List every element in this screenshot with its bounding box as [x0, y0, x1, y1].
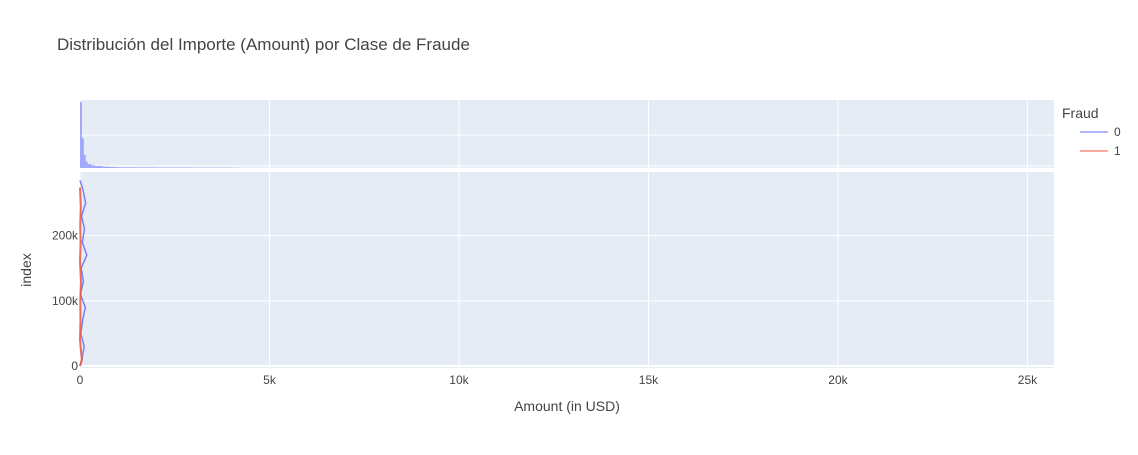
marginal-bar — [95, 166, 103, 168]
marginal-bar — [88, 164, 92, 168]
marginal-bar — [91, 165, 95, 168]
y-tick-label: 100k — [52, 294, 79, 308]
marginal-bar — [80, 102, 82, 168]
main-panel: 0 5k 10k 15k 20k 25k 0 100k 200k — [52, 172, 1054, 387]
y-axis-ticks: 0 100k 200k — [52, 229, 79, 373]
y-tick-label: 200k — [52, 229, 79, 243]
marginal-panel — [80, 100, 1054, 168]
marginal-bar — [137, 167, 156, 168]
legend-title: Fraud — [1062, 105, 1099, 121]
marginal-bar — [82, 138, 84, 168]
x-tick-label: 5k — [263, 373, 277, 387]
x-tick-label: 15k — [639, 373, 659, 387]
chart-root: Distribución del Importe (Amount) por Cl… — [0, 0, 1138, 450]
y-tick-label: 0 — [71, 359, 78, 373]
marginal-bar — [118, 167, 137, 168]
marginal-bar — [84, 155, 86, 168]
marginal-bar — [103, 167, 111, 168]
marginal-bar — [86, 161, 88, 168]
x-tick-label: 10k — [449, 373, 469, 387]
chart-title: Distribución del Importe (Amount) por Cl… — [57, 35, 470, 54]
x-tick-label: 25k — [1018, 373, 1038, 387]
x-tick-label: 20k — [828, 373, 848, 387]
y-axis-label: index — [18, 253, 34, 286]
x-tick-label: 0 — [77, 373, 84, 387]
chart-svg: Distribución del Importe (Amount) por Cl… — [0, 0, 1138, 450]
marginal-plot-background — [80, 100, 1054, 168]
legend: Fraud 0 1 — [1062, 105, 1121, 158]
x-axis-label: Amount (in USD) — [514, 398, 620, 414]
legend-label-1: 1 — [1114, 144, 1121, 158]
legend-label-0: 0 — [1114, 125, 1121, 139]
x-axis-ticks: 0 5k 10k 15k 20k 25k — [77, 373, 1038, 387]
main-plot-background — [80, 172, 1054, 368]
marginal-bar — [110, 167, 118, 168]
